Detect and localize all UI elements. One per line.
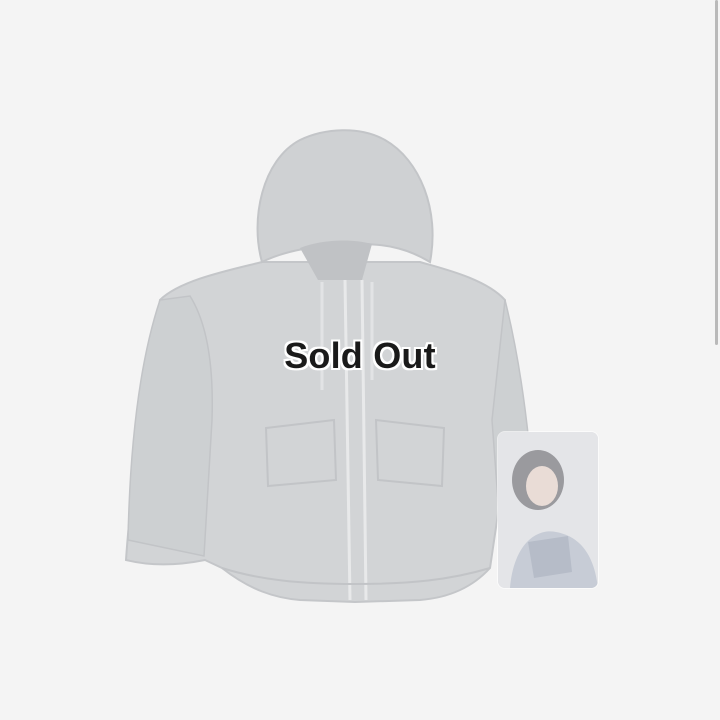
sold-out-label: Sold Out: [284, 335, 436, 376]
scrollbar[interactable]: [715, 0, 718, 345]
product-view: Sold Out: [0, 0, 720, 720]
photocard-image[interactable]: [498, 432, 598, 588]
